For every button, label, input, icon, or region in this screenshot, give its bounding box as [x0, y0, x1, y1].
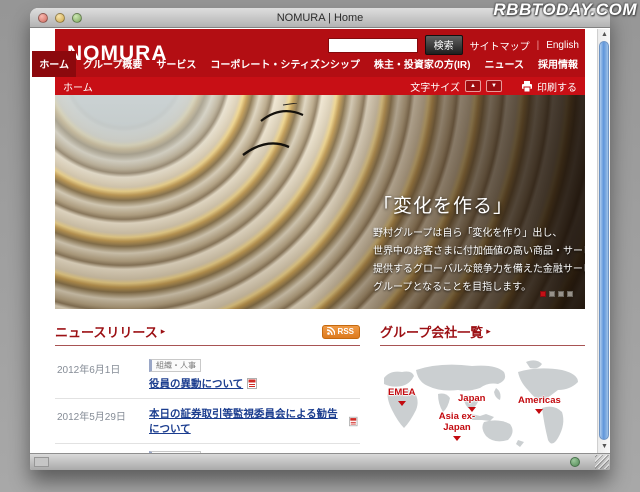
vertical-scrollbar[interactable]: ▲ ▼	[597, 29, 610, 453]
nav-item-citizenship[interactable]: コーポレート・シティズンシップ	[203, 51, 366, 77]
arrow-right-icon: ▸	[486, 326, 491, 336]
region-label: Americas	[518, 395, 561, 406]
font-size-increase-button[interactable]: ▲	[465, 80, 481, 92]
breadcrumb-home[interactable]: ホーム	[63, 79, 93, 94]
status-indicator-icon	[570, 457, 580, 467]
close-button[interactable]	[38, 13, 48, 23]
region-link-emea[interactable]: EMEA	[388, 387, 416, 406]
nav-item-home[interactable]: ホーム	[32, 51, 77, 77]
slide-dot-2[interactable]	[549, 291, 555, 297]
map-pin-icon	[397, 400, 406, 406]
arrow-right-icon: ▸	[160, 326, 166, 336]
news-category-badge: 組織・人事	[149, 359, 201, 372]
font-size-decrease-button[interactable]: ▼	[486, 80, 502, 92]
font-size-label: 文字サイズ	[410, 82, 460, 94]
news-section: ニュースリリース ▸ RSS 2012年6月1日 組織・人事 役員の異動について…	[55, 322, 360, 453]
pdf-icon	[349, 416, 358, 426]
browser-window: NOMURA | Home NOMURA 検索 サイトマップ | English…	[30, 8, 610, 470]
print-link[interactable]: 印刷する	[521, 79, 577, 94]
news-date: 2012年5月29日	[57, 412, 126, 423]
slide-pagination	[540, 291, 573, 297]
hero-slider: 「変化を作る」 野村グループは自ら「変化を作り」出し、 世界中のお客さまに付加価…	[55, 95, 585, 309]
minimize-button[interactable]	[55, 13, 65, 23]
world-map: EMEA Japan Asia ex-Japan Americas	[380, 356, 585, 453]
printer-icon	[522, 80, 532, 92]
news-date: 2012年6月1日	[57, 365, 121, 376]
news-row: 2012年5月28日 組織・人事 社員の異動について	[55, 444, 360, 453]
hero-body-line: 野村グループは自ら「変化を作り」出し、	[373, 228, 563, 239]
region-link-asia-ex-japan[interactable]: Asia ex-Japan	[428, 411, 486, 441]
scroll-down-arrow-icon[interactable]: ▼	[598, 441, 610, 453]
news-link-text: 本日の証券取引等監視委員会による勧告について	[149, 408, 338, 435]
hero-title: 「変化を作る」	[373, 195, 514, 217]
nav-item-group-overview[interactable]: グループ概要	[76, 51, 149, 77]
region-link-americas[interactable]: Americas	[518, 395, 561, 414]
nav-item-careers[interactable]: 採用情報	[531, 51, 585, 77]
group-companies-section: グループ会社一覧 ▸ EMEA Japan Asia ex-Japan Amer…	[380, 322, 585, 453]
scroll-up-arrow-icon[interactable]: ▲	[598, 29, 610, 41]
region-link-japan[interactable]: Japan	[458, 393, 486, 412]
birds-icon	[242, 103, 304, 156]
group-companies-heading[interactable]: グループ会社一覧	[380, 322, 483, 341]
hero-body-line: 提供するグローバルな競争力を備えた金融サービス	[373, 264, 585, 275]
print-label: 印刷する	[537, 82, 577, 94]
region-label: Asia ex-Japan	[438, 411, 476, 433]
news-row: 2012年5月29日 本日の証券取引等監視委員会による勧告について	[55, 399, 360, 444]
scrollbar-thumb[interactable]	[599, 41, 609, 440]
breadcrumb-bar: ホーム 文字サイズ ▲ ▼ 印刷する	[55, 77, 585, 95]
nav-item-services[interactable]: サービス	[149, 51, 203, 77]
slide-dot-3[interactable]	[558, 291, 564, 297]
news-link[interactable]: 本日の証券取引等監視委員会による勧告について	[149, 406, 358, 436]
status-box	[34, 457, 49, 467]
hero-body-line: 世界中のお客さまに付加価値の高い商品・サービスを	[373, 246, 585, 257]
utility-separator: |	[536, 39, 540, 51]
zoom-button[interactable]	[72, 13, 82, 23]
hero-copy: 「変化を作る」 野村グループは自ら「変化を作り」出し、 世界中のお客さまに付加価…	[373, 191, 585, 297]
rss-label: RSS	[337, 326, 354, 336]
news-link[interactable]: 役員の異動について	[149, 376, 258, 391]
rss-button[interactable]: RSS	[321, 324, 360, 339]
site-header: NOMURA 検索 サイトマップ | English ホーム グループ概要 サー…	[32, 29, 585, 77]
nav-item-news[interactable]: ニュース	[478, 51, 532, 77]
region-label: EMEA	[388, 387, 416, 398]
slide-dot-4[interactable]	[567, 291, 573, 297]
nav-item-investor-relations[interactable]: 株主・投資家の方(IR)	[367, 51, 478, 77]
map-pin-icon	[453, 435, 461, 441]
watermark: RBBTODAY.COM	[493, 0, 637, 19]
news-link-text: 役員の異動について	[149, 378, 244, 390]
map-pin-icon	[535, 408, 544, 414]
status-bar	[30, 453, 610, 470]
slide-dot-1[interactable]	[540, 291, 546, 297]
region-label: Japan	[458, 393, 486, 404]
english-link[interactable]: English	[546, 40, 579, 51]
main-nav: ホーム グループ概要 サービス コーポレート・シティズンシップ 株主・投資家の方…	[32, 51, 585, 77]
resize-grip[interactable]	[595, 455, 609, 469]
rss-feed-icon	[326, 327, 335, 335]
news-heading[interactable]: ニュースリリース	[55, 322, 158, 341]
pdf-icon	[247, 378, 258, 389]
news-row: 2012年6月1日 組織・人事 役員の異動について	[55, 352, 360, 399]
browser-viewport: NOMURA 検索 サイトマップ | English ホーム グループ概要 サー…	[30, 29, 610, 453]
